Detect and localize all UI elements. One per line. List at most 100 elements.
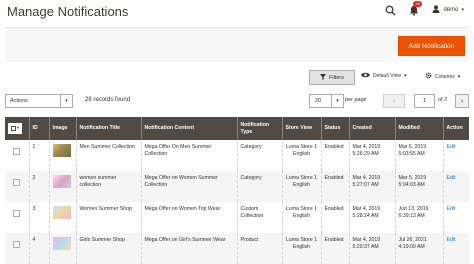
column-header-content[interactable]: Notification Content [140, 117, 237, 140]
column-header-created[interactable]: Created [348, 117, 395, 140]
column-header-type[interactable]: Notification Type [236, 117, 282, 140]
table-row: 1 Men Summer Collection Mega Offer On Me… [5, 140, 469, 171]
notification-count-badge: 29 [413, 1, 422, 7]
chevron-down-icon: ▾ [403, 73, 407, 79]
row-select-cell[interactable] [5, 202, 29, 233]
edit-link[interactable]: Edit [447, 175, 456, 181]
view-switcher[interactable]: Default View ▾ [361, 72, 407, 80]
row-checkbox[interactable] [13, 241, 21, 248]
cell-modified: Jun 13, 2019 6:39:13 AM [394, 202, 443, 233]
notification-thumbnail [52, 144, 71, 157]
eye-icon [361, 72, 370, 80]
cell-type: Custom Collection [236, 202, 282, 233]
row-select-cell[interactable] [5, 140, 29, 171]
cell-status: Enabled [320, 233, 349, 264]
edit-link[interactable]: Edit [447, 237, 456, 243]
cell-store-view: Luma Store 1 English [281, 171, 321, 202]
grid-header-row: ▾ ID Image Notification Title Notificati… [5, 117, 469, 140]
cell-image [48, 233, 76, 264]
mass-actions-select[interactable]: Actions ▾ [5, 94, 73, 108]
cell-action: Edit [442, 140, 469, 171]
chevron-left-icon: ‹ [392, 97, 396, 105]
cell-store-view: Luma Store 1 English [281, 202, 321, 233]
next-page-button[interactable]: › [455, 94, 469, 108]
actions-label: Actions [10, 98, 29, 104]
user-name: demo [443, 7, 459, 13]
cell-created: Mar 4, 2019 5:28:24 AM [348, 202, 395, 233]
cell-action: Edit [442, 171, 469, 202]
chevron-down-icon: ▾ [461, 7, 464, 13]
table-row: 3 Women Summer Shop Mega Offer on Women … [5, 202, 469, 233]
column-header-action: Action [442, 117, 469, 140]
user-menu[interactable]: demo ▾ [432, 5, 464, 15]
chevron-down-icon: ▾ [60, 95, 72, 107]
cell-modified: Jul 26, 2021 4:19:00 AM [394, 233, 443, 264]
notifications-grid: ▾ ID Image Notification Title Notificati… [5, 117, 469, 264]
per-page-value: 20 [315, 98, 322, 104]
row-checkbox[interactable] [13, 148, 21, 155]
cell-content: Mega Offer on Women Summer Collection [140, 171, 237, 202]
cell-image [48, 202, 76, 233]
edit-link[interactable]: Edit [447, 144, 456, 150]
column-header-modified[interactable]: Modified [394, 117, 443, 140]
records-found: 28 records found [85, 97, 131, 103]
cell-created: Mar 4, 2019 5:29:37 AM [348, 233, 395, 264]
cell-modified: Mar 5, 2019 5:04:03 AM [394, 171, 443, 202]
edit-link[interactable]: Edit [447, 206, 456, 212]
cell-title: women summer collection [75, 171, 141, 202]
cell-type: Category [236, 140, 282, 171]
cell-title: Girls Summer Shop [75, 233, 141, 264]
grid-toolbar-top: Filters Default View ▾ Columns ▾ [5, 70, 469, 86]
cell-content: Mega Offer on Women Top Wear [140, 202, 237, 233]
gear-icon [425, 72, 432, 81]
cell-action: Edit [442, 233, 469, 264]
mass-select-checkbox[interactable]: ▾ [8, 123, 23, 134]
notification-thumbnail [52, 237, 71, 250]
table-row: 2 women summer collection Mega Offer on … [5, 171, 469, 202]
current-page-input[interactable]: 1 [414, 94, 435, 108]
chevron-down-icon: ▾ [331, 95, 343, 107]
row-select-cell[interactable] [5, 233, 29, 264]
filters-label: Filters [329, 74, 344, 81]
per-page-select[interactable]: 20 ▾ [309, 94, 344, 108]
cell-id: 1 [28, 140, 49, 171]
cell-type: Category [236, 171, 282, 202]
cell-id: 2 [28, 171, 49, 202]
cell-modified: Mar 5, 2019 5:03:55 AM [394, 140, 443, 171]
search-icon[interactable] [384, 4, 396, 16]
cell-status: Enabled [320, 202, 349, 233]
cell-title: Men Summer Collection [75, 140, 141, 171]
grid-toolbar-bottom: Actions ▾ 28 records found 20 ▾ per page… [5, 94, 469, 108]
chevron-down-icon: ▾ [457, 73, 461, 80]
per-page-label: per page [345, 97, 367, 103]
add-notification-button[interactable]: Add Notification [398, 36, 465, 56]
cell-image [48, 140, 76, 171]
cell-status: Enabled [320, 171, 349, 202]
table-row: 4 Girls Summer Shop Mega Offer on Girl's… [5, 233, 469, 264]
column-header-store-view[interactable]: Store View [281, 117, 321, 140]
filter-icon [320, 73, 326, 82]
column-header-status[interactable]: Status [320, 117, 349, 140]
cell-content: Mega Offer On Men Summer Collection [140, 140, 237, 171]
user-icon [432, 5, 440, 15]
row-checkbox[interactable] [13, 179, 21, 186]
column-header-image[interactable]: Image [48, 117, 76, 140]
columns-control[interactable]: Columns ▾ [425, 72, 460, 81]
bell-icon[interactable]: 29 [408, 1, 422, 16]
filters-button[interactable]: Filters [309, 70, 355, 85]
page-actions-bar: Add Notification [5, 27, 469, 62]
header-actions: 29 demo ▾ [384, 1, 464, 16]
columns-label: Columns [435, 73, 455, 80]
page-total: of 2 [438, 97, 448, 103]
column-header-id[interactable]: ID [28, 117, 49, 140]
cell-id: 4 [28, 233, 49, 264]
row-select-cell[interactable] [5, 171, 29, 202]
previous-page-button[interactable]: ‹ [383, 94, 405, 108]
mass-select-header[interactable]: ▾ [5, 117, 29, 140]
cell-content: Mega Offer on Girl's Summer Wear [140, 233, 237, 264]
cell-store-view: Luma Store 1 English [281, 140, 321, 171]
column-header-title[interactable]: Notification Title [75, 117, 141, 140]
cell-image [48, 171, 76, 202]
notification-thumbnail [52, 206, 71, 219]
row-checkbox[interactable] [13, 210, 21, 217]
